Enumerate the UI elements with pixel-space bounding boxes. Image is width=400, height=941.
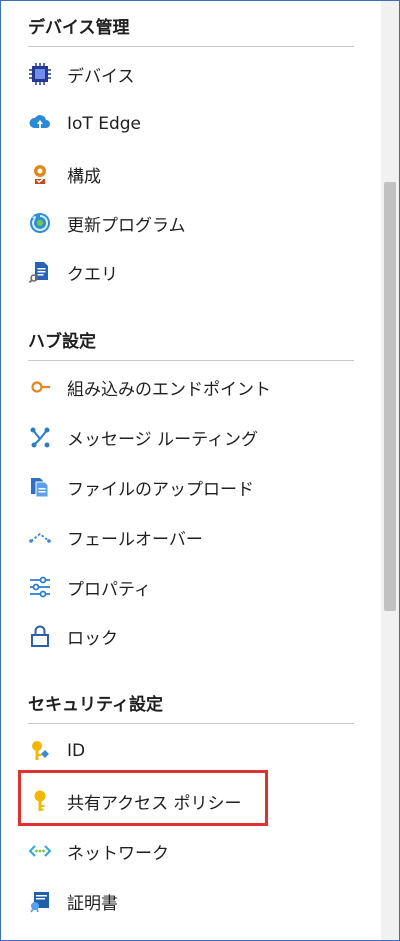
menu-item-label: ロック <box>67 628 118 649</box>
endpoint-icon <box>27 374 53 400</box>
navigation-panel: デバイス管理 デバイス IoT Edge 構成 更新プログラム クエリ ハブ設定… <box>0 0 400 941</box>
identity-key-icon <box>27 738 53 764</box>
menu-item-label: プロパティ <box>67 579 151 600</box>
update-icon <box>27 210 53 236</box>
certificate-icon <box>27 888 53 914</box>
menu-item-properties[interactable]: プロパティ <box>21 565 361 609</box>
lock-icon <box>27 623 53 649</box>
menu-item-lock[interactable]: ロック <box>21 614 361 658</box>
section-title-security-settings: セキュリティ設定 <box>28 695 163 715</box>
query-document-icon <box>27 259 53 285</box>
menu-item-label: ネットワーク <box>67 843 169 864</box>
vertical-scrollbar[interactable] <box>381 1 399 940</box>
cloud-edge-icon <box>27 111 53 137</box>
menu-item-configuration[interactable]: 構成 <box>21 152 361 196</box>
section-title-device-management: デバイス管理 <box>28 18 130 38</box>
routing-icon <box>27 424 53 450</box>
menu-item-label: フェールオーバー <box>67 529 203 550</box>
menu-item-label: 構成 <box>67 166 101 187</box>
menu-item-updates[interactable]: 更新プログラム <box>21 201 361 245</box>
menu-item-identity[interactable]: ID <box>21 729 361 773</box>
section-divider <box>28 360 354 361</box>
menu-item-label: 共有アクセス ポリシー <box>67 793 242 814</box>
menu-item-label: ID <box>67 741 86 761</box>
menu-item-certificates[interactable]: 証明書 <box>21 879 361 923</box>
menu-item-query[interactable]: クエリ <box>21 250 361 294</box>
network-icon <box>27 838 53 864</box>
section-divider <box>28 723 354 724</box>
scrollbar-thumb[interactable] <box>384 182 396 611</box>
chip-icon <box>27 61 53 87</box>
key-icon <box>27 788 53 814</box>
menu-item-message-routing[interactable]: メッセージ ルーティング <box>21 415 361 459</box>
configuration-icon <box>27 161 53 187</box>
section-title-hub-settings: ハブ設定 <box>28 332 96 352</box>
menu-item-devices[interactable]: デバイス <box>21 52 361 96</box>
menu-item-label: クエリ <box>67 264 118 285</box>
menu-item-label: 証明書 <box>67 893 118 914</box>
properties-sliders-icon <box>27 574 53 600</box>
menu-item-shared-access-policies[interactable]: 共有アクセス ポリシー <box>21 779 361 823</box>
section-divider <box>28 46 354 47</box>
menu-item-failover[interactable]: フェールオーバー <box>21 515 361 559</box>
menu-item-label: IoT Edge <box>67 114 141 134</box>
menu-item-label: ファイルのアップロード <box>67 479 254 500</box>
menu-item-label: 組み込みのエンドポイント <box>67 379 271 400</box>
failover-icon <box>27 524 53 550</box>
menu-item-iot-edge[interactable]: IoT Edge <box>21 102 361 146</box>
menu-item-networking[interactable]: ネットワーク <box>21 829 361 873</box>
menu-item-label: メッセージ ルーティング <box>67 429 259 450</box>
menu-item-label: 更新プログラム <box>67 215 186 236</box>
menu-item-built-in-endpoints[interactable]: 組み込みのエンドポイント <box>21 365 361 409</box>
menu-item-label: デバイス <box>67 66 135 87</box>
menu-item-file-upload[interactable]: ファイルのアップロード <box>21 465 361 509</box>
file-upload-icon <box>27 474 53 500</box>
